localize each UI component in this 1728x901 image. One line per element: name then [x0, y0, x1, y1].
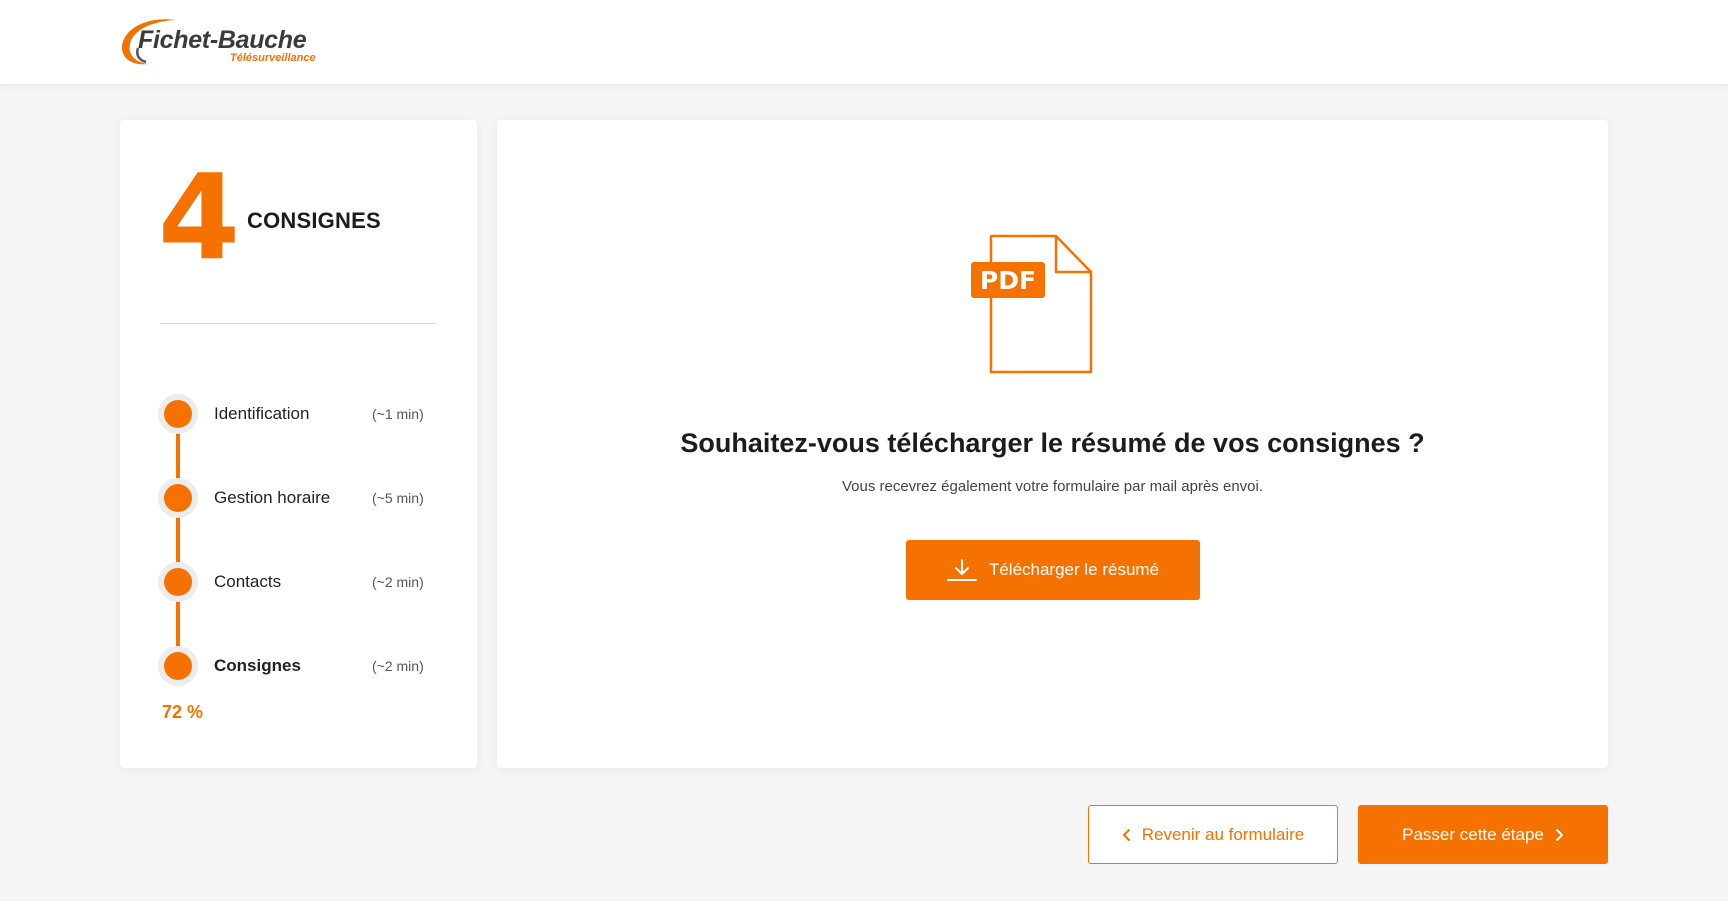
step-dot	[158, 478, 198, 518]
skip-button-label: Passer cette étape	[1402, 824, 1544, 844]
back-button-label: Revenir au formulaire	[1141, 824, 1305, 844]
app-header: Fichet-Bauche Télésurveillance	[0, 0, 1728, 84]
step-dot	[158, 646, 198, 686]
step-item-consignes[interactable]: Consignes (~2 min)	[158, 646, 448, 686]
step-label: Identification	[214, 404, 310, 423]
download-summary-button[interactable]: Télécharger le résumé	[906, 540, 1200, 600]
step-duration: (~2 min)	[372, 658, 424, 674]
back-to-form-button[interactable]: Revenir au formulaire	[1088, 805, 1338, 864]
step-duration: (~1 min)	[372, 406, 424, 422]
logo-subtitle-text: Télésurveillance	[230, 52, 316, 64]
download-question: Souhaitez-vous télécharger le résumé de …	[680, 428, 1425, 458]
step-label-active: Consignes	[214, 656, 301, 675]
current-step-title: CONSIGNES	[247, 208, 381, 233]
step-item-contacts[interactable]: Contacts (~2 min)	[158, 562, 448, 602]
step-duration: (~5 min)	[372, 490, 424, 506]
chevron-left-icon	[1122, 828, 1130, 841]
progress-sidebar: 4 CONSIGNES Identification (~1 min) Gest…	[120, 120, 477, 768]
fichet-bauche-logo[interactable]: Fichet-Bauche Télésurveillance	[118, 16, 338, 68]
skip-step-button[interactable]: Passer cette étape	[1358, 805, 1608, 864]
step-duration: (~2 min)	[372, 574, 424, 590]
step-dot	[158, 394, 198, 434]
logo-brand-text: Fichet-Bauche	[138, 26, 307, 54]
sidebar-divider	[160, 323, 437, 324]
step-dot	[158, 562, 198, 602]
download-summary-panel: PDF Souhaitez-vous télécharger le résumé…	[497, 120, 1608, 768]
download-subtext: Vous recevrez également votre formulaire…	[841, 478, 1264, 495]
step-label: Gestion horaire	[214, 488, 331, 507]
chevron-right-icon	[1555, 828, 1563, 841]
progress-percent: 72 %	[162, 702, 204, 722]
pdf-file-icon: PDF	[971, 234, 1093, 374]
step-item-identification[interactable]: Identification (~1 min)	[158, 394, 448, 434]
step-item-gestion-horaire[interactable]: Gestion horaire (~5 min)	[158, 478, 448, 518]
current-step-number: 4	[158, 148, 241, 286]
download-icon	[946, 559, 977, 581]
download-button-label: Télécharger le résumé	[988, 560, 1160, 579]
step-label: Contacts	[214, 572, 282, 591]
timeline-line	[176, 414, 180, 666]
pdf-label: PDF	[980, 266, 1036, 295]
